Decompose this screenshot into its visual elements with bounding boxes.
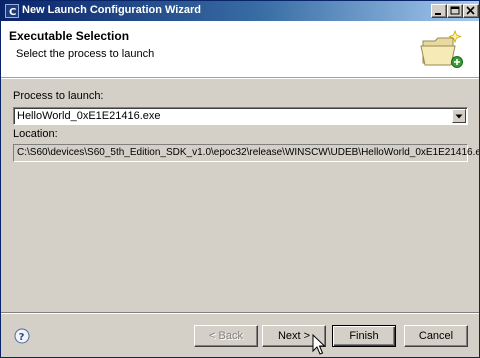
page-title: Executable Selection xyxy=(9,29,130,43)
help-icon[interactable]: ? xyxy=(14,328,30,344)
cancel-button[interactable]: Cancel xyxy=(404,325,468,347)
title-bar[interactable]: C New Launch Configuration Wizard xyxy=(1,1,479,21)
svg-text:C: C xyxy=(9,7,16,17)
footer-divider xyxy=(1,312,479,314)
location-value: C:\S60\devices\S60_5th_Edition_SDK_v1.0\… xyxy=(17,147,480,158)
mouse-pointer-icon xyxy=(312,334,326,355)
maximize-button[interactable] xyxy=(447,4,463,18)
maximize-icon xyxy=(450,6,460,15)
location-field[interactable]: C:\S60\devices\S60_5th_Edition_SDK_v1.0\… xyxy=(13,144,479,162)
close-icon xyxy=(466,6,475,15)
close-button[interactable] xyxy=(463,4,479,18)
location-label: Location: xyxy=(13,128,58,140)
folder-add-icon xyxy=(420,29,463,68)
chevron-down-icon xyxy=(455,114,463,119)
banner-divider xyxy=(1,78,479,79)
minimize-button[interactable] xyxy=(431,4,447,18)
process-label: Process to launch: xyxy=(13,90,104,102)
dropdown-button[interactable] xyxy=(452,109,466,123)
window-title: New Launch Configuration Wizard xyxy=(22,4,201,16)
minimize-icon xyxy=(435,13,441,15)
wizard-banner: Executable Selection Select the process … xyxy=(1,21,479,78)
svg-text:?: ? xyxy=(19,332,25,343)
finish-button[interactable]: Finish xyxy=(332,325,396,347)
page-description: Select the process to launch xyxy=(16,48,155,60)
wizard-window: C New Launch Configuration Wizard Execut… xyxy=(0,0,480,358)
process-select-value: HelloWorld_0xE1E21416.exe xyxy=(17,110,161,122)
process-select[interactable]: HelloWorld_0xE1E21416.exe xyxy=(13,107,468,125)
back-button[interactable]: < Back xyxy=(194,325,258,347)
app-icon: C xyxy=(5,4,19,18)
